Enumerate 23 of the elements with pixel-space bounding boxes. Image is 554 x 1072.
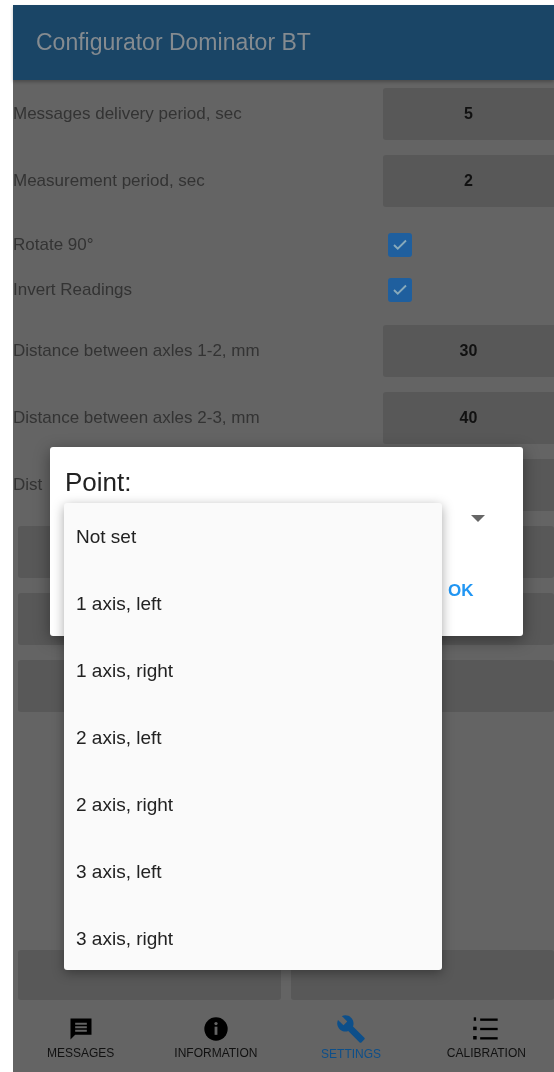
number-field[interactable]: 40 [383,392,554,444]
nav-tab[interactable]: INFORMATION [148,1002,284,1072]
nav-tab[interactable]: MESSAGES [13,1002,149,1072]
ok-button[interactable]: OK [444,577,478,605]
menu-item[interactable]: 1 axis, right [64,637,442,704]
info-icon [201,1014,230,1043]
menu-item[interactable]: 1 axis, left [64,570,442,637]
menu-item[interactable]: 2 axis, left [64,704,442,771]
checkbox[interactable] [388,232,412,257]
caret-icon[interactable] [471,515,485,523]
app-title: Configurator Dominator BT [36,29,311,56]
menu-item[interactable]: 2 axis, right [64,771,442,838]
numbered-list-icon [472,1014,501,1043]
menu-item[interactable]: 3 axis, right [64,905,442,972]
menu-item[interactable]: 3 axis, left [64,838,442,905]
wrench-icon [336,1013,367,1044]
number-field[interactable]: 30 [383,325,554,377]
menu-item[interactable]: Not set [64,503,442,570]
number-field[interactable]: 5 [383,88,554,140]
dialog-title: Point: [65,467,132,498]
number-field[interactable]: 2 [383,155,554,207]
checkbox[interactable] [388,277,412,302]
nav-tab[interactable]: CALIBRATION [418,1002,554,1072]
